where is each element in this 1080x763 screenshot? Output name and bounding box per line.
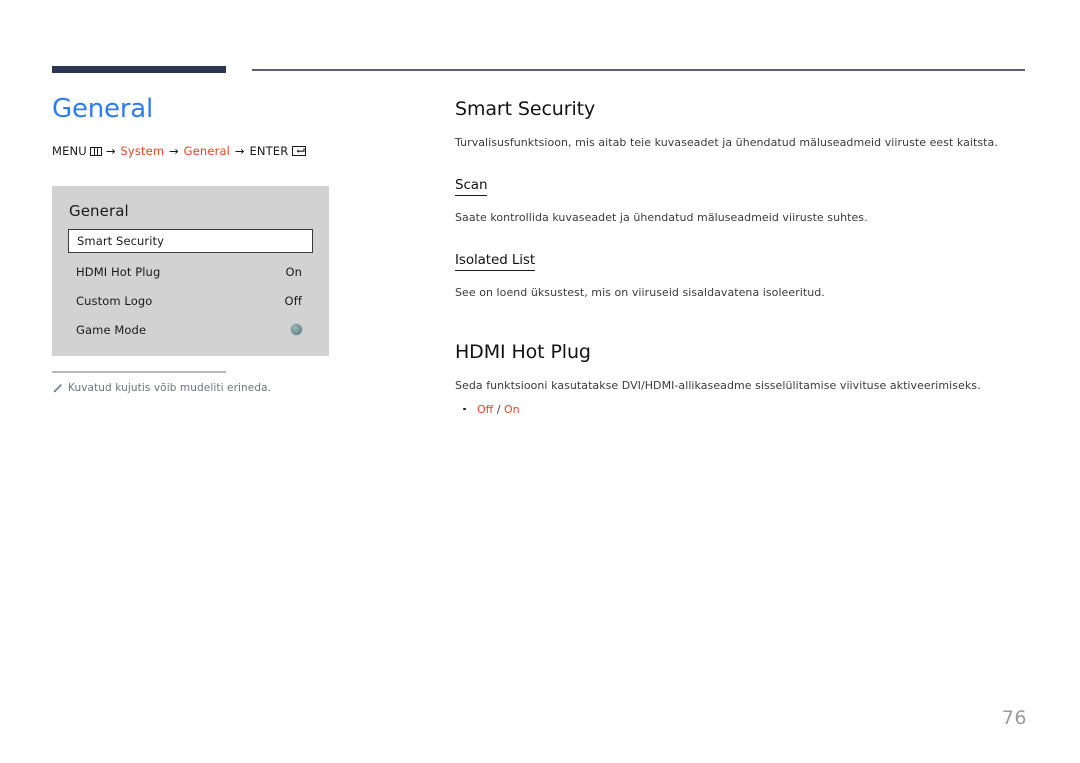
subsection-heading-isolated-list: Isolated List [455,252,535,272]
model-note: Kuvatud kujutis võib mudeliti erineda. [52,382,271,394]
osd-menu-preview: General Smart Security HDMI Hot Plug On … [52,186,329,356]
subsection-heading-scan: Scan [455,177,488,196]
header-accent-bar [52,66,226,73]
header-divider-line [252,69,1025,71]
osd-row-smart-security[interactable]: Smart Security [68,229,313,253]
section-body-hdmi-hot-plug: Seda funktsiooni kasutatakse DVI/HDMI-al… [455,378,981,392]
breadcrumb-step-system: System [120,143,165,158]
option-on: On [503,402,520,416]
option-off: Off [477,402,494,416]
breadcrumb-enter-label: ENTER [249,143,289,158]
model-note-text: Kuvatud kujutis võib mudeliti erineda. [68,382,272,394]
breadcrumb-step-general: General [183,143,231,158]
toggle-dot-icon[interactable] [290,323,303,336]
breadcrumb-arrow-2: → [169,143,179,158]
subsection-body-isolated-list: See on loend üksustest, mis on viiruseid… [455,286,825,300]
osd-row-game-mode[interactable]: Game Mode [68,315,313,344]
pencil-icon [52,383,63,394]
left-column: General MENU → System → General → ENTER G… [52,94,432,356]
list-item: Off / On [455,401,1030,419]
breadcrumb-menu-label: MENU [52,143,87,158]
option-list-hdmi-hot-plug: Off / On [455,401,1030,419]
osd-row-label: Smart Security [77,234,165,248]
breadcrumb-arrow-3: → [234,143,245,158]
breadcrumb-arrow-1: → [105,143,116,158]
section-heading-smart-security: Smart Security [455,98,596,120]
note-divider [52,371,226,373]
section-body-smart-security: Turvalisusfunktsioon, mis aitab teie kuv… [455,135,998,149]
osd-row-hdmi-hot-plug[interactable]: HDMI Hot Plug On [68,257,313,286]
page-number: 76 [1001,707,1027,729]
osd-row-label: Custom Logo [76,293,153,308]
osd-menu-title: General [69,202,129,220]
osd-row-label: HDMI Hot Plug [76,264,161,279]
osd-row-custom-logo[interactable]: Custom Logo Off [68,286,313,315]
option-separator: / [496,402,501,416]
enter-key-icon [292,145,307,156]
right-column: Smart Security Turvalisusfunktsioon, mis… [455,98,1030,418]
section-heading-hdmi-hot-plug: HDMI Hot Plug [455,340,591,363]
osd-row-label: Game Mode [76,322,147,337]
osd-row-value: Off [284,293,302,308]
subsection-body-scan: Saate kontrollida kuvaseadet ja ühendatu… [455,210,868,224]
osd-row-value: On [285,264,302,279]
breadcrumb: MENU → System → General → ENTER [52,143,432,158]
menu-grid-icon [89,146,102,156]
page-title: General [52,94,154,124]
